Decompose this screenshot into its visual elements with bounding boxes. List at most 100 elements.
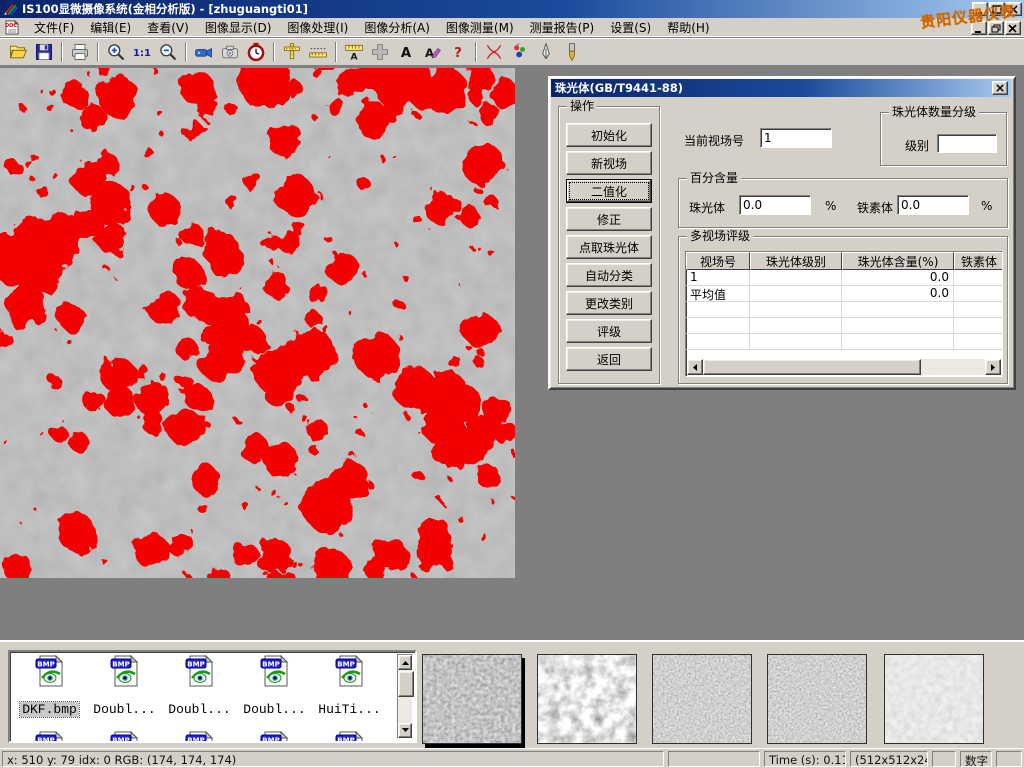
zoom-in-button[interactable] — [104, 40, 129, 64]
capture-button[interactable] — [218, 40, 243, 64]
current-field-input[interactable] — [760, 128, 832, 148]
scroll-right-button[interactable] — [985, 359, 1001, 375]
file-item-partial-2[interactable]: BMP — [162, 731, 237, 743]
mdi-restore-button[interactable] — [988, 21, 1004, 35]
menu-item-2[interactable]: 查看(V) — [139, 17, 197, 38]
file-item-4[interactable]: BMPHuiTi... — [312, 655, 387, 717]
table-row-4[interactable] — [686, 334, 1002, 350]
scroll-left-button[interactable] — [687, 359, 703, 375]
curve-tool-button[interactable] — [482, 40, 507, 64]
op-button-5[interactable]: 自动分类 — [566, 263, 652, 287]
minimize-button[interactable] — [972, 2, 988, 16]
file-item-partial-4[interactable]: BMP — [312, 731, 387, 743]
menu-item-7[interactable]: 测量报告(P) — [522, 17, 603, 38]
table-cell: 平均值 — [686, 286, 750, 302]
ruler-icon — [308, 42, 328, 62]
table-cell — [842, 334, 954, 350]
specimen-image[interactable] — [0, 68, 515, 578]
menu-item-5[interactable]: 图像分析(A) — [356, 17, 438, 38]
actual-size-button[interactable]: 1:1 — [130, 40, 155, 64]
dialog-title-bar[interactable]: 珠光体(GB/T9441-88) — [551, 79, 1011, 97]
pen-icon — [536, 42, 556, 62]
op-button-2[interactable]: 二值化 — [566, 179, 652, 203]
menu-item-0[interactable]: 文件(F) — [26, 17, 82, 38]
rating-table[interactable]: 视场号珠光体级别珠光体含量(%)铁素体 10.0平均值 0.0 — [685, 251, 1003, 377]
op-button-6[interactable]: 更改类别 — [566, 291, 652, 315]
zoom-out-button[interactable] — [156, 40, 181, 64]
file-item-partial-1[interactable]: BMP — [87, 731, 162, 743]
gallery-thumbnail-1[interactable] — [422, 654, 522, 744]
mdi-minimize-button[interactable] — [971, 21, 987, 35]
document-icon[interactable]: DOC — [4, 20, 20, 36]
help-button[interactable]: ? — [446, 40, 471, 64]
toolbar-separator — [475, 42, 477, 62]
table-row-2[interactable] — [686, 302, 1002, 318]
menu-item-6[interactable]: 图像测量(M) — [438, 17, 522, 38]
file-vscrollbar[interactable] — [397, 654, 413, 739]
caliper-button[interactable] — [280, 40, 305, 64]
grid-cross-button[interactable] — [368, 40, 393, 64]
table-header-3[interactable]: 铁素体 — [954, 252, 1003, 270]
pearlite-percent-input[interactable] — [739, 195, 811, 215]
timer-button[interactable] — [244, 40, 269, 64]
table-row-3[interactable] — [686, 318, 1002, 334]
menu-item-9[interactable]: 帮助(H) — [659, 17, 717, 38]
op-button-8[interactable]: 返回 — [566, 347, 652, 371]
timer-icon — [246, 42, 266, 62]
op-button-3[interactable]: 修正 — [566, 207, 652, 231]
file-item-2[interactable]: BMPDoubl... — [162, 655, 237, 717]
file-item-partial-0[interactable]: BMP — [12, 731, 87, 743]
table-header-0[interactable]: 视场号 — [686, 252, 750, 270]
mdi-close-button[interactable] — [1005, 21, 1021, 35]
table-cell — [750, 334, 842, 350]
pen-button[interactable] — [534, 40, 559, 64]
table-header-1[interactable]: 珠光体级别 — [750, 252, 842, 270]
gallery-thumbnail-2[interactable] — [537, 654, 637, 744]
table-row-0[interactable]: 10.0 — [686, 270, 1002, 286]
vscroll-thumb[interactable] — [398, 671, 414, 697]
brush-button[interactable] — [560, 40, 585, 64]
op-button-7[interactable]: 评级 — [566, 319, 652, 343]
close-button[interactable] — [1006, 2, 1022, 16]
table-cell: 0.0 — [842, 286, 954, 302]
file-item-3[interactable]: BMPDoubl... — [237, 655, 312, 717]
toolbar-separator — [97, 42, 99, 62]
ferrite-percent-input[interactable] — [897, 195, 969, 215]
file-item-1[interactable]: BMPDoubl... — [87, 655, 162, 717]
op-button-4[interactable]: 点取珠光体 — [566, 235, 652, 259]
curve-tool-icon — [484, 42, 504, 62]
table-hscrollbar[interactable] — [687, 359, 1001, 375]
dialog-close-button[interactable] — [992, 81, 1008, 95]
text-button[interactable]: A — [394, 40, 419, 64]
open-button[interactable] — [6, 40, 31, 64]
menu-item-1[interactable]: 编辑(E) — [82, 17, 139, 38]
menu-item-3[interactable]: 图像显示(D) — [197, 17, 280, 38]
table-row-1[interactable]: 平均值 0.0 — [686, 286, 1002, 302]
file-item-partial-3[interactable]: BMP — [237, 731, 312, 743]
print-button[interactable] — [68, 40, 93, 64]
op-button-1[interactable]: 新视场 — [566, 151, 652, 175]
grade-input[interactable] — [937, 134, 997, 153]
file-browser[interactable]: BMPDKF.bmpBMPDoubl...BMPDoubl...BMPDoubl… — [8, 650, 417, 743]
hscroll-thumb[interactable] — [703, 359, 921, 375]
scroll-up-button[interactable] — [398, 655, 412, 670]
op-button-0[interactable]: 初始化 — [566, 123, 652, 147]
video-camera-button[interactable] — [192, 40, 217, 64]
scroll-down-button[interactable] — [398, 723, 412, 738]
gallery-thumbnail-3[interactable] — [652, 654, 752, 744]
menu-item-4[interactable]: 图像处理(I) — [279, 17, 356, 38]
file-name: HuiTi... — [316, 702, 382, 717]
ruler-button[interactable] — [306, 40, 331, 64]
file-item-0[interactable]: BMPDKF.bmp — [12, 655, 87, 717]
save-button[interactable] — [32, 40, 57, 64]
gallery-thumbnail-5[interactable] — [884, 654, 984, 744]
measure-label-button[interactable]: A — [342, 40, 367, 64]
menu-item-8[interactable]: 设置(S) — [602, 17, 659, 38]
grading-group-label: 珠光体数量分级 — [889, 105, 979, 119]
toolbar-separator — [185, 42, 187, 62]
maximize-button[interactable] — [989, 2, 1005, 16]
table-header-2[interactable]: 珠光体含量(%) — [842, 252, 954, 270]
gallery-thumbnail-4[interactable] — [767, 654, 867, 744]
particle-class-button[interactable] — [508, 40, 533, 64]
annotate-button[interactable]: A — [420, 40, 445, 64]
